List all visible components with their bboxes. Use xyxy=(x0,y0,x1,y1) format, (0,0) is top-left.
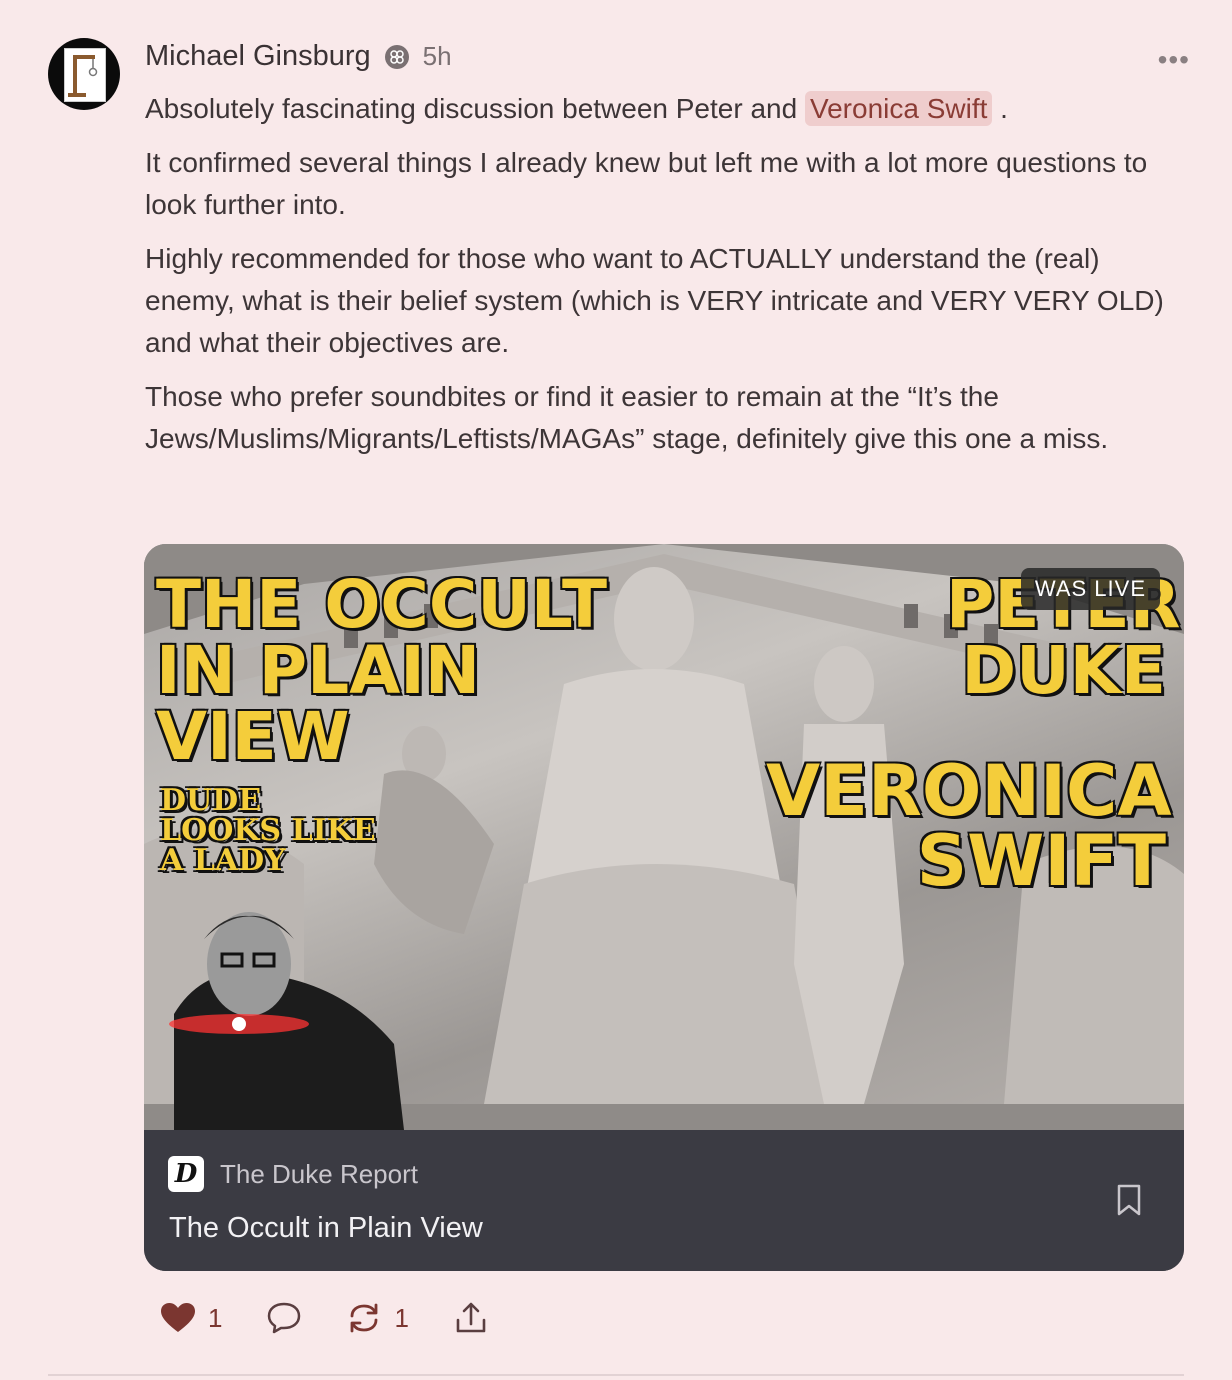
restack-count: 1 xyxy=(394,1302,409,1333)
more-options-icon[interactable]: ••• xyxy=(1158,44,1190,76)
author-name[interactable]: Michael Ginsburg xyxy=(145,40,371,73)
card-info[interactable]: D The Duke Report The Occult in Plain Vi… xyxy=(144,1130,1184,1271)
video-thumbnail[interactable]: THE OCCULT IN PLAIN VIEW DUDE LOOKS LIKE… xyxy=(144,544,1184,1130)
paragraph-2: It confirmed several things I already kn… xyxy=(145,147,1148,220)
thumbnail-subtitle: DUDE LOOKS LIKE A LADY xyxy=(160,783,376,878)
publication-row[interactable]: D The Duke Report xyxy=(168,1156,418,1192)
comment-button[interactable] xyxy=(266,1301,302,1335)
restack-button[interactable]: 1 xyxy=(346,1301,409,1335)
author-avatar[interactable] xyxy=(48,38,120,110)
heart-icon xyxy=(161,1303,195,1332)
like-button[interactable]: 1 xyxy=(160,1302,222,1334)
like-count: 1 xyxy=(208,1302,223,1333)
avatar-image xyxy=(64,48,106,102)
post-body: Absolutely fascinating discussion betwee… xyxy=(145,88,1175,472)
paragraph-1: Absolutely fascinating discussion betwee… xyxy=(145,88,1175,130)
post-time[interactable]: 5h xyxy=(423,41,452,72)
paragraph-3: Highly recommended for those who want to… xyxy=(145,243,1164,358)
card-title[interactable]: The Occult in Plain View xyxy=(169,1212,483,1245)
post-header: Michael Ginsburg 5h xyxy=(145,40,452,73)
paragraph-1-end: . xyxy=(992,93,1008,124)
mention-link[interactable]: Veronica Swift xyxy=(804,91,993,126)
verified-badge-icon xyxy=(384,44,409,69)
thumbnail-name-2: VERONICA SWIFT xyxy=(766,750,1172,902)
share-icon xyxy=(456,1302,486,1333)
embedded-post-card[interactable]: THE OCCULT IN PLAIN VIEW DUDE LOOKS LIKE… xyxy=(144,544,1184,1271)
comment-icon xyxy=(268,1302,301,1334)
restack-icon xyxy=(351,1303,378,1333)
post-divider xyxy=(48,1374,1184,1376)
publication-logo-letter: D xyxy=(174,1159,198,1189)
thumbnail-title: THE OCCULT IN PLAIN VIEW xyxy=(156,566,608,775)
paragraph-1-text: Absolutely fascinating discussion betwee… xyxy=(145,93,805,124)
post-actions: 1 1 xyxy=(160,1300,533,1336)
share-button[interactable] xyxy=(453,1300,489,1336)
gallows-icon xyxy=(68,55,98,97)
publication-name: The Duke Report xyxy=(220,1158,418,1189)
was-live-badge: WAS LIVE xyxy=(1020,568,1160,610)
bookmark-icon[interactable] xyxy=(1116,1184,1142,1221)
paragraph-4: Those who prefer soundbites or find it e… xyxy=(145,381,1109,454)
publication-logo-icon: D xyxy=(168,1156,204,1192)
